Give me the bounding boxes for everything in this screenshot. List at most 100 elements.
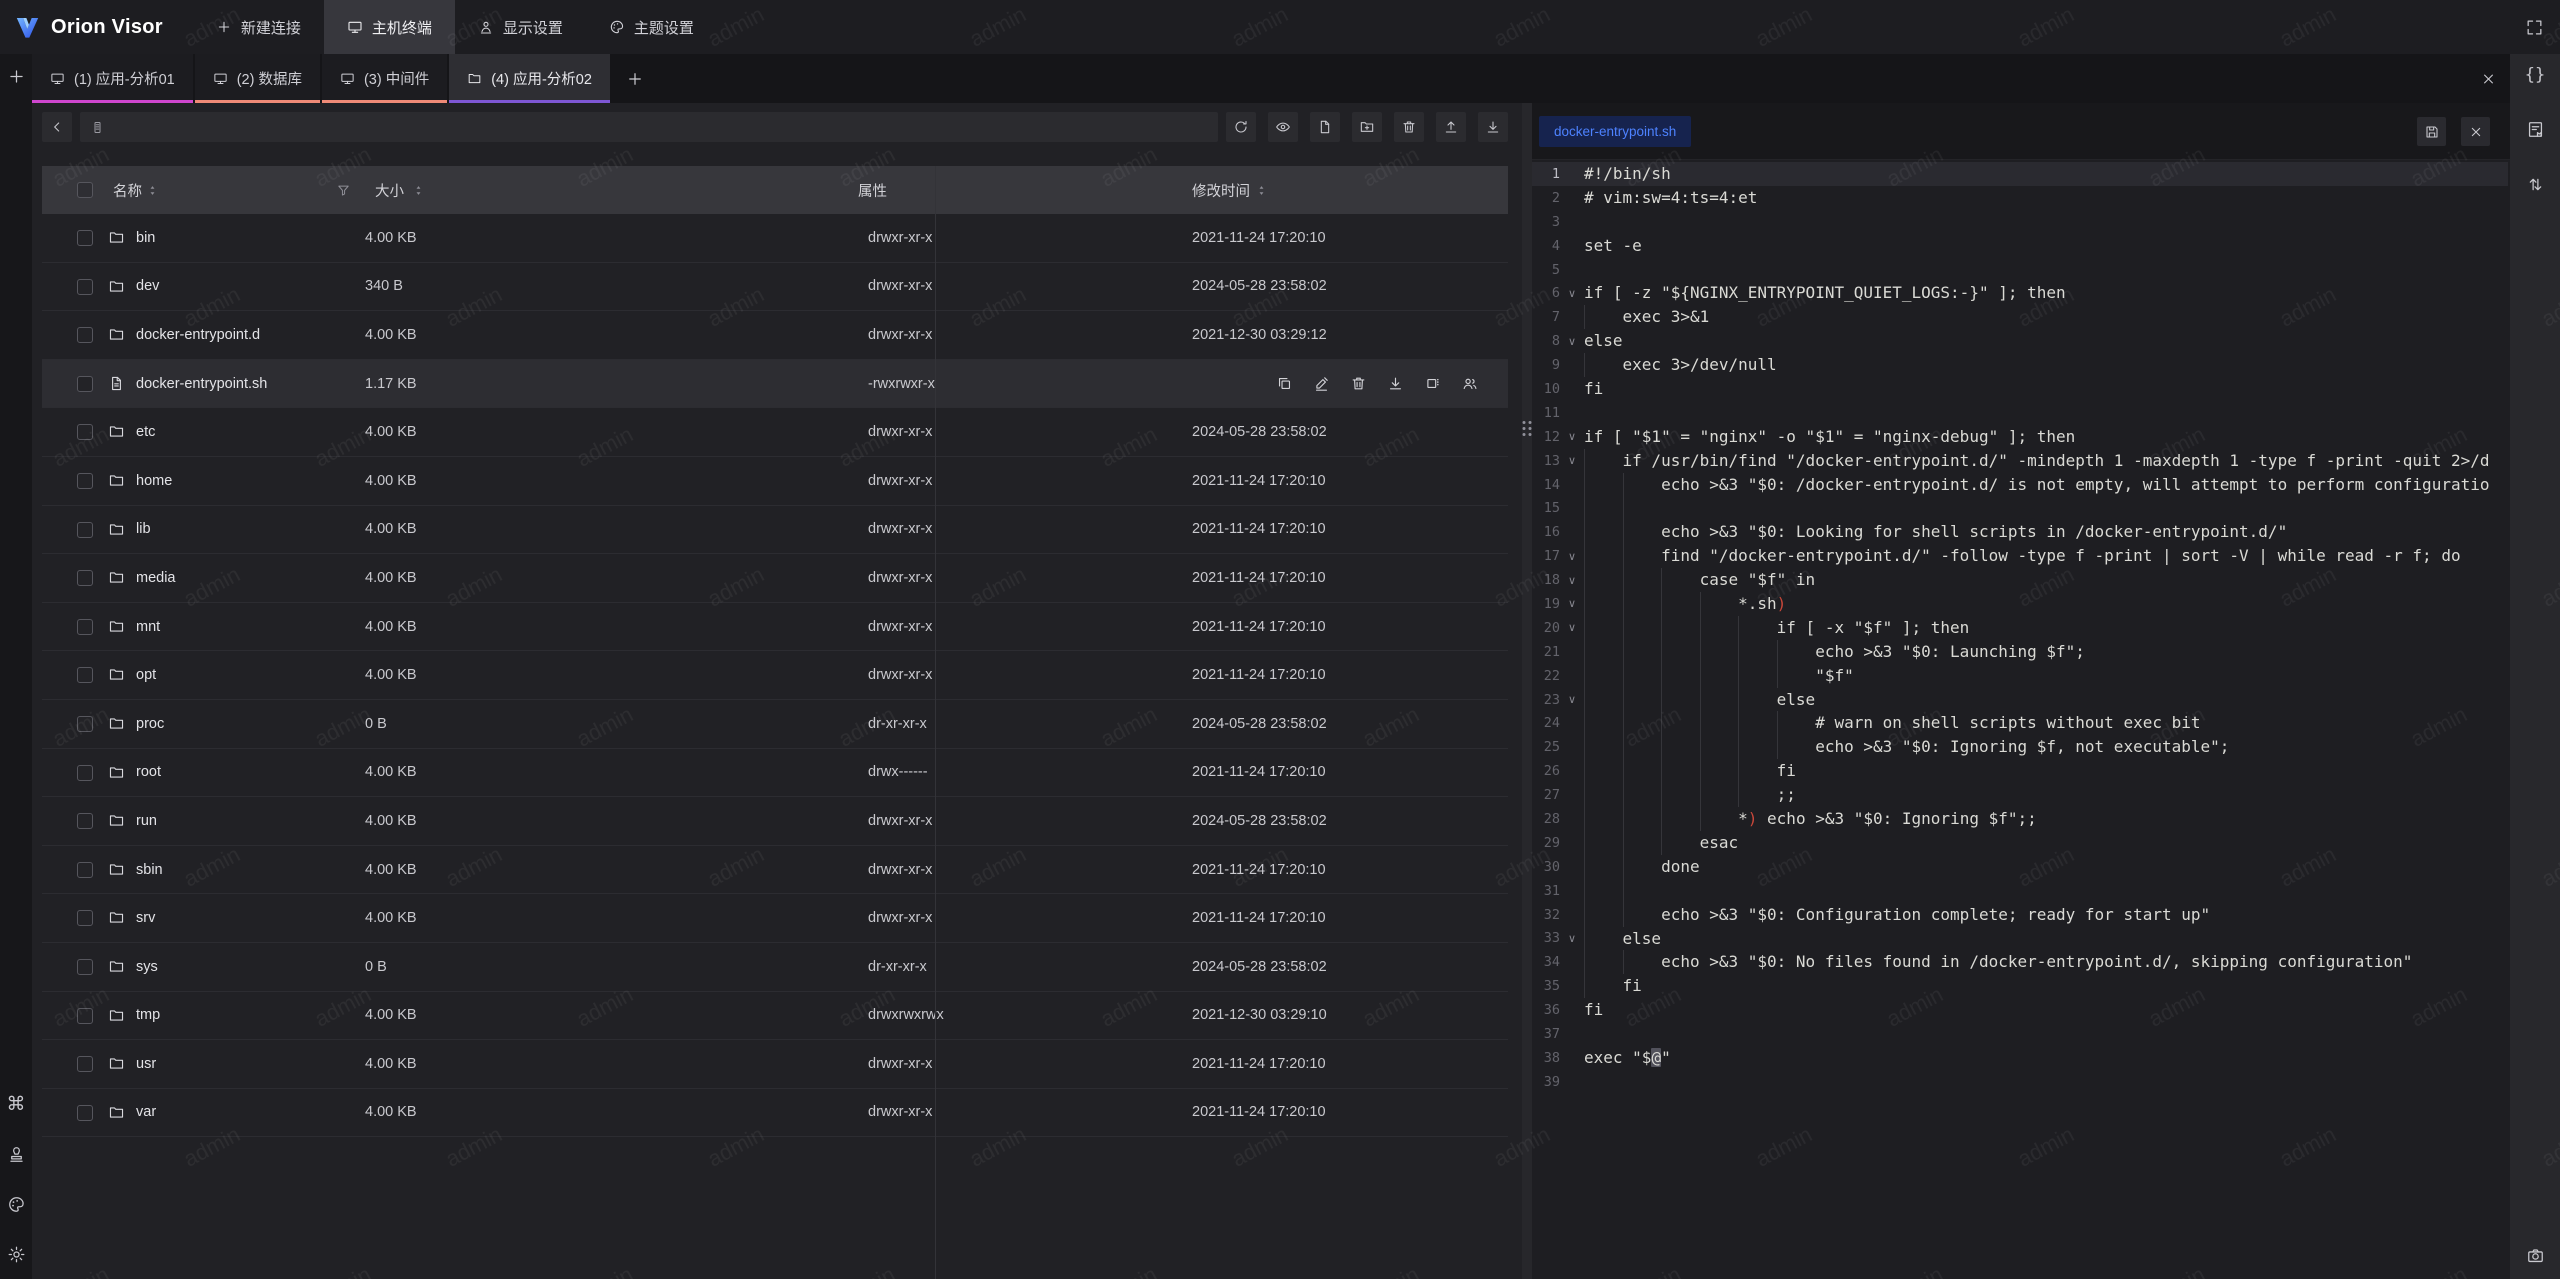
upload-button[interactable]	[1436, 112, 1466, 142]
nav-item-3[interactable]: 主题设置	[586, 0, 717, 54]
delete-button[interactable]	[1394, 112, 1424, 142]
session-tab-label: (1) 应用-分析01	[74, 68, 175, 89]
path-input[interactable]	[114, 119, 1208, 135]
row-checkbox[interactable]	[77, 279, 93, 295]
editor-close-button[interactable]	[2461, 117, 2490, 146]
session-tab-3[interactable]: (3) 中间件	[322, 54, 447, 103]
row-checkbox[interactable]	[77, 570, 93, 586]
action-move-button[interactable]	[1424, 375, 1441, 392]
action-download-button[interactable]	[1387, 375, 1404, 392]
row-checkbox[interactable]	[77, 862, 93, 878]
sidebar-stamp-button[interactable]	[7, 1145, 26, 1164]
fold-toggle-icon[interactable]: ∨	[1560, 335, 1584, 348]
file-row-var[interactable]: var4.00 KBdrwxr-xr-x2021-11-24 17:20:10	[42, 1089, 1508, 1138]
panel-splitter[interactable]	[1522, 103, 1532, 1279]
nav-item-1[interactable]: 主机终端	[324, 0, 455, 54]
fold-toggle-icon[interactable]: ∨	[1560, 550, 1584, 563]
fold-toggle-icon[interactable]: ∨	[1560, 693, 1584, 706]
code-editor-panel: docker-entrypoint.sh 1#!/bin/sh2# vim:sw…	[1532, 103, 2510, 1279]
file-row-tmp[interactable]: tmp4.00 KBdrwxrwxrwx2021-12-30 03:29:10	[42, 992, 1508, 1041]
file-row-sbin[interactable]: sbin4.00 KBdrwxr-xr-x2021-11-24 17:20:10	[42, 846, 1508, 895]
sort-toggle[interactable]	[1255, 166, 1268, 214]
row-checkbox[interactable]	[77, 619, 93, 635]
file-row-docker-entrypoint.d[interactable]: docker-entrypoint.d4.00 KBdrwxr-xr-x2021…	[42, 311, 1508, 360]
rightbar-doc-bookmark-button[interactable]	[2526, 120, 2545, 139]
row-checkbox[interactable]	[77, 424, 93, 440]
fold-toggle-icon[interactable]: ∨	[1560, 621, 1584, 634]
new-folder-button[interactable]	[1352, 112, 1382, 142]
row-checkbox[interactable]	[77, 376, 93, 392]
rightbar-screenshot-button[interactable]	[2526, 1246, 2545, 1265]
sort-toggle[interactable]	[412, 166, 425, 214]
save-button[interactable]	[2417, 117, 2446, 146]
row-checkbox[interactable]	[77, 1008, 93, 1024]
nav-item-2[interactable]: 显示设置	[455, 0, 586, 54]
row-checkbox[interactable]	[77, 813, 93, 829]
action-edit-button[interactable]	[1313, 375, 1330, 392]
row-checkbox[interactable]	[77, 230, 93, 246]
fold-toggle-icon[interactable]: ∨	[1560, 574, 1584, 587]
nav-item-0[interactable]: 新建连接	[193, 0, 324, 54]
session-tab-4[interactable]: (4) 应用-分析02	[449, 54, 610, 103]
file-row-mnt[interactable]: mnt4.00 KBdrwxr-xr-x2021-11-24 17:20:10	[42, 603, 1508, 652]
file-size: 0 B	[365, 943, 387, 991]
file-row-lib[interactable]: lib4.00 KBdrwxr-xr-x2021-11-24 17:20:10	[42, 506, 1508, 555]
session-tab-1[interactable]: (1) 应用-分析01	[32, 54, 193, 103]
file-row-run[interactable]: run4.00 KBdrwxr-xr-x2024-05-28 23:58:02	[42, 797, 1508, 846]
fold-toggle-icon[interactable]: ∨	[1560, 932, 1584, 945]
rightbar-braces-button[interactable]: {}	[2525, 67, 2545, 84]
editor-file-tab[interactable]: docker-entrypoint.sh	[1539, 116, 1691, 147]
row-checkbox[interactable]	[77, 765, 93, 781]
file-row-docker-entrypoint.sh[interactable]: docker-entrypoint.sh1.17 KB-rwxrwxr-x	[42, 360, 1508, 409]
preview-button[interactable]	[1268, 112, 1298, 142]
file-row-home[interactable]: home4.00 KBdrwxr-xr-x2021-11-24 17:20:10	[42, 457, 1508, 506]
session-tab-2[interactable]: (2) 数据库	[195, 54, 320, 103]
select-all-checkbox[interactable]	[77, 182, 93, 198]
row-checkbox[interactable]	[77, 522, 93, 538]
splitter-drag-handle[interactable]	[1523, 421, 1532, 436]
file-attr: drwxr-xr-x	[868, 408, 932, 456]
sidebar-command-button[interactable]: ⌘	[7, 1095, 26, 1114]
row-checkbox[interactable]	[77, 959, 93, 975]
fullscreen-button[interactable]	[2525, 18, 2544, 37]
row-checkbox[interactable]	[77, 1056, 93, 1072]
row-checkbox[interactable]	[77, 667, 93, 683]
tab-add-button[interactable]	[612, 54, 658, 103]
fold-toggle-icon[interactable]: ∨	[1560, 454, 1584, 467]
file-row-media[interactable]: media4.00 KBdrwxr-xr-x2021-11-24 17:20:1…	[42, 554, 1508, 603]
back-button[interactable]	[42, 112, 72, 142]
row-checkbox[interactable]	[77, 327, 93, 343]
row-checkbox[interactable]	[77, 473, 93, 489]
file-row-dev[interactable]: dev340 Bdrwxr-xr-x2024-05-28 23:58:02	[42, 263, 1508, 312]
file-row-sys[interactable]: sys0 Bdr-xr-xr-x2024-05-28 23:58:02	[42, 943, 1508, 992]
fold-toggle-icon[interactable]: ∨	[1560, 287, 1584, 300]
filter-funnel-icon[interactable]	[336, 166, 351, 214]
file-row-root[interactable]: root4.00 KBdrwx------2021-11-24 17:20:10	[42, 749, 1508, 798]
sidebar-settings-button[interactable]	[7, 1245, 26, 1264]
action-delete-button[interactable]	[1350, 375, 1367, 392]
file-row-opt[interactable]: opt4.00 KBdrwxr-xr-x2021-11-24 17:20:10	[42, 651, 1508, 700]
sort-toggle[interactable]	[146, 166, 159, 214]
file-mtime: 2021-11-24 17:20:10	[1192, 894, 1326, 942]
refresh-button[interactable]	[1226, 112, 1256, 142]
file-row-bin[interactable]: bin4.00 KBdrwxr-xr-x2021-11-24 17:20:10	[42, 214, 1508, 263]
sidebar-add-button[interactable]	[7, 67, 26, 86]
code-line-32: 32 echo >&3 "$0: Configuration complete;…	[1532, 903, 2508, 927]
row-checkbox[interactable]	[77, 910, 93, 926]
tabbar-close-button[interactable]	[2480, 70, 2497, 87]
new-file-button[interactable]	[1310, 112, 1340, 142]
action-copy-button[interactable]	[1276, 375, 1293, 392]
file-row-etc[interactable]: etc4.00 KBdrwxr-xr-x2024-05-28 23:58:02	[42, 408, 1508, 457]
sidebar-theme-palette-button[interactable]	[7, 1195, 26, 1214]
rightbar-sort-button[interactable]	[2526, 175, 2545, 194]
action-permissions-button[interactable]	[1461, 375, 1478, 392]
file-row-srv[interactable]: srv4.00 KBdrwxr-xr-x2021-11-24 17:20:10	[42, 894, 1508, 943]
file-row-proc[interactable]: proc0 Bdr-xr-xr-x2024-05-28 23:58:02	[42, 700, 1508, 749]
download-button[interactable]	[1478, 112, 1508, 142]
row-checkbox[interactable]	[77, 716, 93, 732]
fold-toggle-icon[interactable]: ∨	[1560, 597, 1584, 610]
fold-toggle-icon[interactable]: ∨	[1560, 430, 1584, 443]
column-header-0: 名称	[113, 166, 142, 214]
file-row-usr[interactable]: usr4.00 KBdrwxr-xr-x2021-11-24 17:20:10	[42, 1040, 1508, 1089]
row-checkbox[interactable]	[77, 1105, 93, 1121]
